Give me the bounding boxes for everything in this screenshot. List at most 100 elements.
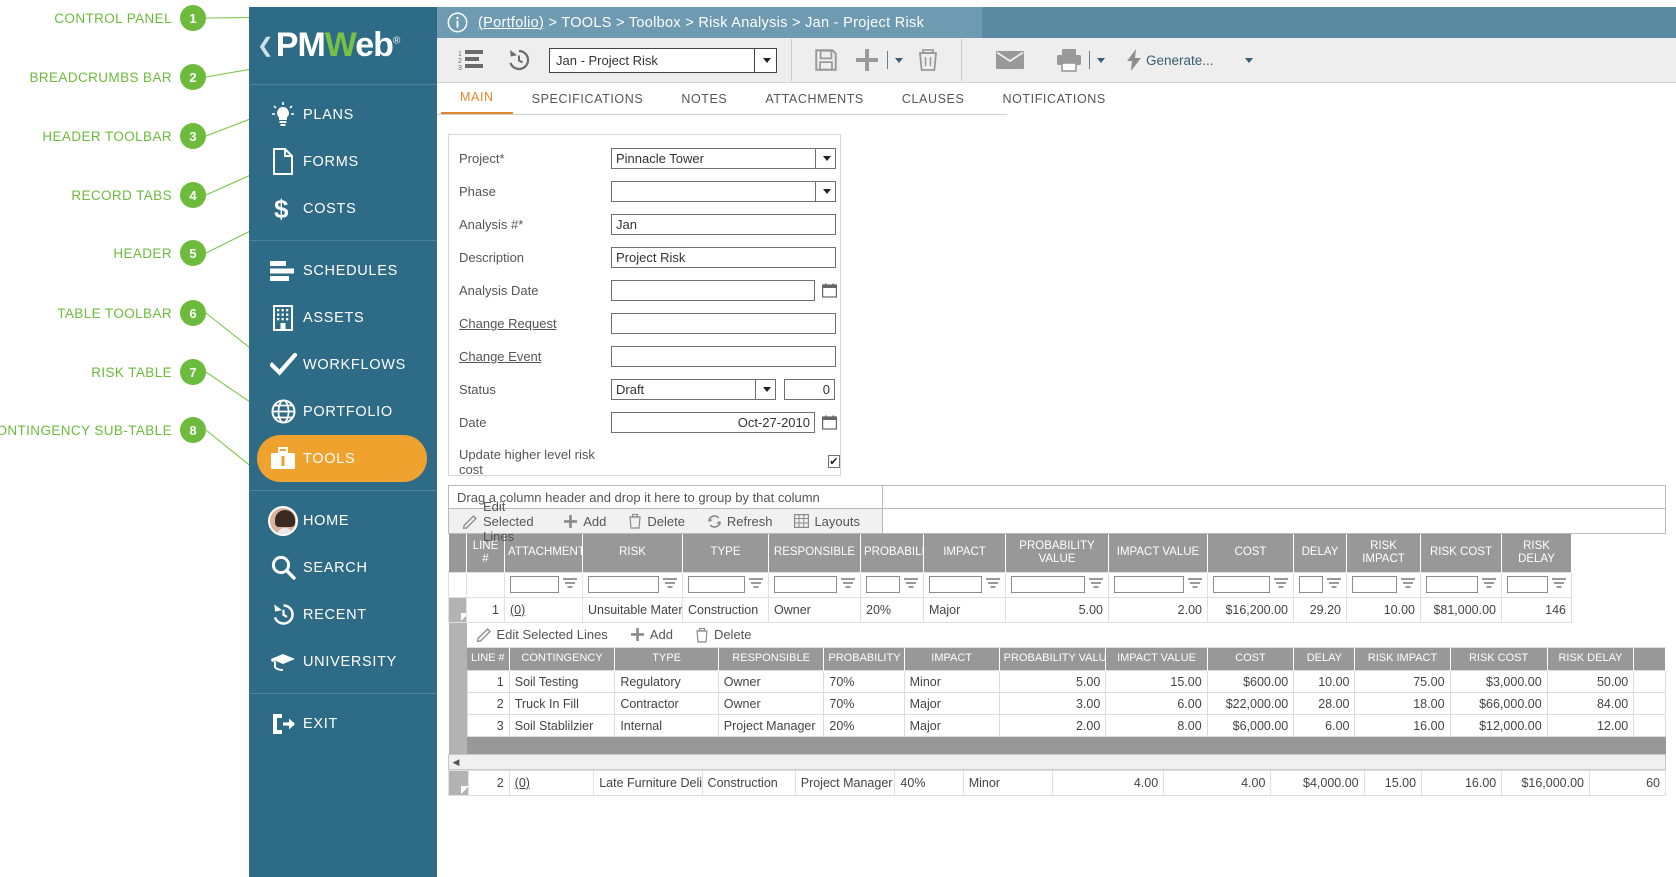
risk-col-8[interactable]: IMPACT VALUE [1109, 534, 1208, 572]
filter-input[interactable] [1507, 576, 1548, 593]
filter-cell-7[interactable] [1006, 572, 1109, 597]
record-select[interactable]: Jan - Project Risk [549, 48, 777, 73]
history-icon[interactable] [499, 43, 539, 77]
chevron-down-icon[interactable] [815, 181, 835, 202]
add-button[interactable] [846, 43, 883, 77]
sidebar-item-university[interactable]: UNIVERSITY [249, 638, 437, 685]
breadcrumb-portfolio-link[interactable]: (Portfolio) [478, 15, 544, 31]
contingency-col-10[interactable]: RISK IMPACT [1355, 648, 1450, 671]
risk-col-12[interactable]: RISK COST [1421, 534, 1502, 572]
tab-notifications[interactable]: NOTIFICATIONS [983, 92, 1124, 114]
numbered-list-icon[interactable]: 1 2 3 [451, 43, 491, 77]
filter-icon[interactable] [1327, 577, 1341, 592]
subtable-delete-button[interactable]: Delete [695, 627, 752, 643]
analysis-number-input[interactable]: Jan [611, 214, 836, 235]
contingency-col-2[interactable]: TYPE [615, 648, 718, 671]
chevron-down-icon[interactable] [755, 379, 775, 400]
contingency-col-4[interactable]: PROBABILITY [824, 648, 904, 671]
contingency-col-7[interactable]: IMPACT VALUE [1106, 648, 1207, 671]
pmweb-logo[interactable]: ❮ PMWeb® [249, 7, 437, 85]
table-refresh-button[interactable]: Refresh [707, 514, 773, 529]
contingency-col-3[interactable]: RESPONSIBLE [718, 648, 824, 671]
info-icon[interactable] [447, 12, 468, 33]
filter-input[interactable] [1011, 576, 1085, 593]
collapse-chevron-icon[interactable]: ❮ [257, 36, 274, 56]
filter-input[interactable] [1426, 576, 1478, 593]
filter-icon[interactable] [663, 577, 677, 592]
filter-cell-12[interactable] [1421, 572, 1502, 597]
filter-cell-8[interactable] [1109, 572, 1208, 597]
risk-col-7[interactable]: PROBABILITY VALUE [1006, 534, 1109, 572]
description-input[interactable]: Project Risk [611, 247, 836, 268]
cell-attachments[interactable]: (0) [505, 597, 583, 622]
status-select[interactable]: Draft [611, 379, 776, 400]
chevron-down-icon[interactable] [754, 49, 776, 72]
risk-col-3[interactable]: TYPE [683, 534, 769, 572]
change-request-input[interactable] [611, 313, 836, 334]
row-expander[interactable] [449, 597, 467, 622]
filter-icon[interactable] [1552, 577, 1566, 592]
filter-cell-10[interactable] [1294, 572, 1347, 597]
calendar-icon[interactable] [822, 283, 837, 298]
risk-col-2[interactable]: RISK [583, 534, 683, 572]
contingency-col-1[interactable]: CONTINGENCY [509, 648, 615, 671]
filter-cell-5[interactable] [861, 572, 924, 597]
filter-icon[interactable] [841, 577, 855, 592]
contingency-col-5[interactable]: IMPACT [904, 648, 999, 671]
contingency-col-9[interactable]: DELAY [1294, 648, 1355, 671]
filter-icon[interactable] [1482, 577, 1496, 592]
filter-icon[interactable] [1401, 577, 1415, 592]
tab-attachments[interactable]: ATTACHMENTS [746, 92, 883, 114]
subtable-edit-selected-lines-button[interactable]: Edit Selected Lines [477, 627, 608, 642]
scroll-left-arrow-icon[interactable]: ◀ [449, 757, 463, 768]
sidebar-item-costs[interactable]: $ COSTS [249, 185, 437, 232]
risk-col-9[interactable]: COST [1208, 534, 1294, 572]
update-risk-cost-checkbox[interactable]: ✔ [828, 455, 840, 468]
print-button[interactable] [1048, 43, 1085, 77]
row-expander[interactable] [449, 771, 469, 796]
table-row[interactable]: 1 (0) Unsuitable Material Construction O… [449, 597, 1667, 622]
table-layouts-button[interactable]: Layouts [794, 514, 860, 529]
status-number-input[interactable]: 0 [784, 379, 835, 400]
cell-attachments[interactable]: (0) [509, 771, 594, 796]
sidebar-item-search[interactable]: SEARCH [249, 544, 437, 591]
filter-input[interactable] [1213, 576, 1270, 593]
delete-button[interactable] [909, 43, 947, 77]
filter-cell-4[interactable] [769, 572, 861, 597]
filter-cell-6[interactable] [924, 572, 1006, 597]
filter-input[interactable] [588, 576, 659, 593]
sidebar-item-assets[interactable]: ASSETS [249, 294, 437, 341]
filter-input[interactable] [774, 576, 837, 593]
table-add-button[interactable]: Add [563, 514, 606, 529]
risk-col-4[interactable]: RESPONSIBLE [769, 534, 861, 572]
sidebar-item-schedules[interactable]: SCHEDULES [249, 247, 437, 294]
analysis-date-input[interactable] [611, 280, 815, 301]
filter-cell-2[interactable] [583, 572, 683, 597]
phase-select[interactable] [611, 181, 836, 202]
change-event-label[interactable]: Change Event [459, 349, 611, 364]
tab-clauses[interactable]: CLAUSES [883, 92, 984, 114]
table-edit-selected-lines-button[interactable]: Edit Selected Lines [463, 499, 541, 544]
subtable-add-button[interactable]: Add [630, 627, 673, 642]
table-row[interactable]: 2 (0) Late Furniture Delivery Constructi… [449, 771, 1666, 796]
list-item[interactable]: 3 Soil Stablilzier Internal Project Mana… [467, 715, 1666, 737]
risk-col-6[interactable]: IMPACT [924, 534, 1006, 572]
filter-cell-11[interactable] [1347, 572, 1421, 597]
group-by-dropzone-extension[interactable] [883, 485, 1666, 509]
filter-icon[interactable] [1089, 577, 1103, 592]
sidebar-item-plans[interactable]: PLANS [249, 91, 437, 138]
table-delete-button[interactable]: Delete [628, 513, 685, 529]
risk-col-5[interactable]: PROBABILITY [861, 534, 924, 572]
risk-col-13[interactable]: RISK DELAY [1502, 534, 1572, 572]
save-button[interactable] [806, 43, 846, 77]
risk-table-hscrollbar[interactable]: ◀ [448, 754, 1666, 770]
contingency-col-0[interactable]: LINE # [467, 648, 509, 671]
sidebar-item-home[interactable]: HOME [249, 497, 437, 544]
filter-icon[interactable] [904, 577, 918, 592]
risk-col-10[interactable]: DELAY [1294, 534, 1347, 572]
project-select[interactable]: Pinnacle Tower [611, 148, 836, 169]
list-item[interactable]: 1 Soil Testing Regulatory Owner 70% Mino… [467, 671, 1666, 693]
calendar-icon[interactable] [822, 415, 837, 430]
contingency-col-12[interactable]: RISK DELAY [1547, 648, 1634, 671]
sidebar-item-exit[interactable]: EXIT [249, 700, 437, 747]
